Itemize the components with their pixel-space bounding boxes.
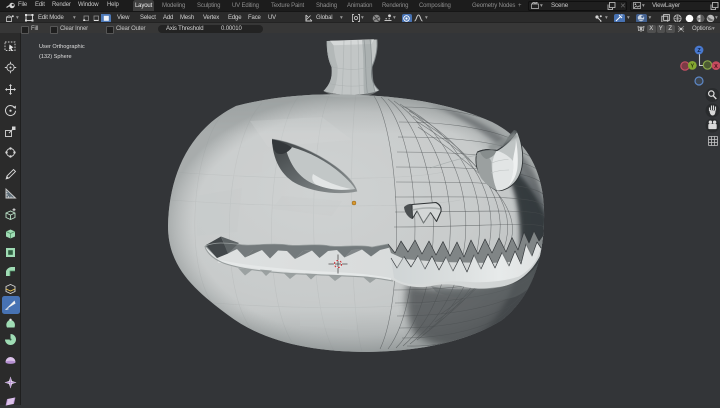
svg-text:Y: Y (690, 64, 694, 70)
svg-text:X: X (714, 64, 718, 70)
